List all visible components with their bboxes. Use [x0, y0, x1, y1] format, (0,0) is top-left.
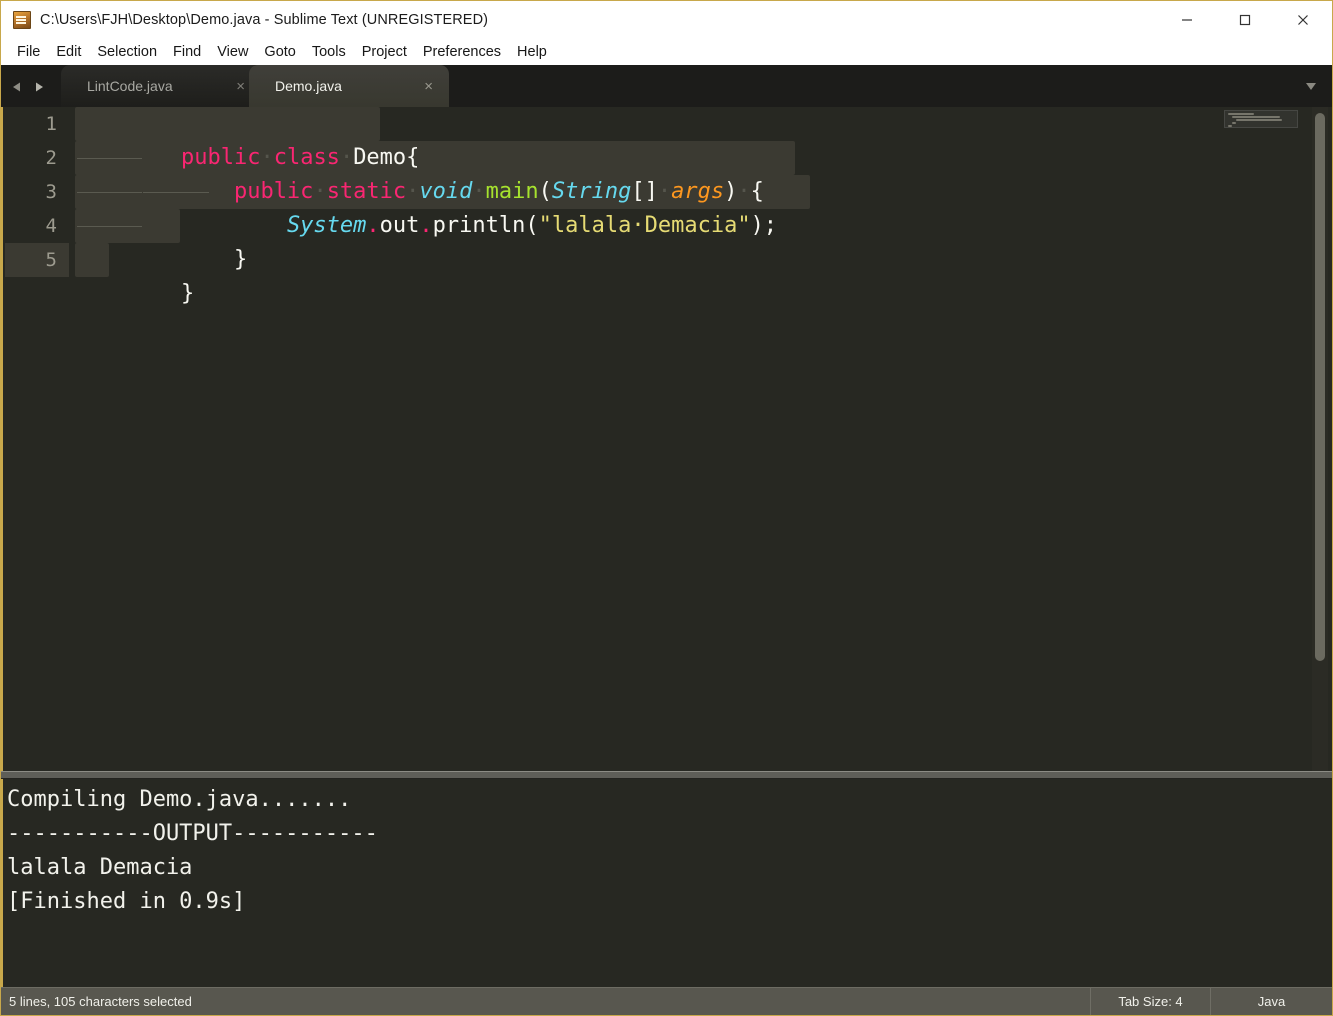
window-title: C:\Users\FJH\Desktop\Demo.java - Sublime…: [40, 12, 489, 28]
menu-item-help[interactable]: Help: [509, 42, 555, 62]
close-button[interactable]: [1274, 1, 1332, 39]
sublime-text-icon: [13, 11, 31, 29]
code-line-2: public·static·void·main(String[]·args)·{: [75, 141, 764, 204]
window-controls: [1158, 1, 1332, 39]
tab-navigation: [9, 76, 55, 98]
close-icon: [1298, 15, 1308, 25]
console-line: lalala Demacia: [7, 855, 193, 880]
tab-label: LintCode.java: [87, 78, 173, 94]
status-bar: 5 lines, 105 characters selected Tab Siz…: [1, 987, 1332, 1015]
tab-strip: LintCode.java × Demo.java ×: [61, 65, 449, 107]
code-line-5: }: [75, 243, 194, 306]
console-line: [Finished in 0.9s]: [7, 889, 246, 914]
code-content[interactable]: public·class·Demo{ public·static·void·ma…: [67, 107, 1332, 771]
minimize-button[interactable]: [1158, 1, 1216, 39]
tab-label: Demo.java: [275, 78, 342, 94]
minimap[interactable]: [1218, 107, 1308, 771]
menu-item-preferences[interactable]: Preferences: [415, 42, 509, 62]
line-number: 2: [45, 147, 57, 169]
token-paren-semicolon: );: [750, 213, 778, 238]
status-selection-info: 5 lines, 105 characters selected: [9, 994, 192, 1009]
status-tab-size[interactable]: Tab Size: 4: [1090, 988, 1210, 1015]
sublime-text-window: C:\Users\FJH\Desktop\Demo.java - Sublime…: [0, 0, 1333, 1016]
minimap-viewport[interactable]: [1224, 110, 1298, 128]
token-dot: .: [366, 213, 380, 238]
tab-demo-java[interactable]: Demo.java ×: [249, 65, 449, 107]
token-class-system: System: [286, 213, 367, 238]
tab-prev-button[interactable]: [9, 79, 25, 95]
vertical-scrollbar-thumb[interactable]: [1315, 113, 1325, 661]
vertical-scrollbar[interactable]: [1312, 107, 1328, 771]
console-line: -----------OUTPUT-----------: [7, 821, 378, 846]
line-number: 4: [45, 215, 57, 237]
token-field-out: out: [379, 213, 420, 238]
maximize-button[interactable]: [1216, 1, 1274, 39]
code-line-4: }: [75, 209, 247, 272]
code-editor[interactable]: 1 2 3 4 5 public·class·Demo{public·stat…: [1, 107, 1332, 771]
line-number-gutter: 1 2 3 4 5: [1, 107, 69, 771]
build-output-panel[interactable]: Compiling Demo.java....... -----------OU…: [1, 779, 1332, 987]
token-dot: .: [419, 213, 433, 238]
panel-splitter[interactable]: [1, 771, 1332, 779]
tab-bar: LintCode.java × Demo.java ×: [1, 65, 1332, 108]
menu-item-edit[interactable]: Edit: [48, 42, 89, 62]
token-paren: (: [525, 213, 539, 238]
menu-item-find[interactable]: Find: [165, 42, 209, 62]
console-line: Compiling Demo.java.......: [7, 787, 352, 812]
token-string-literal: "lalala·Demacia": [538, 213, 751, 238]
maximize-icon: [1239, 14, 1251, 26]
arrow-right-icon: [36, 82, 43, 92]
tab-lintcode-java[interactable]: LintCode.java ×: [61, 65, 261, 107]
line-number: 5: [45, 249, 57, 271]
chevron-down-icon: [1306, 83, 1316, 90]
token-method-println: println: [432, 213, 526, 238]
code-line-1: public·class·Demo{: [75, 107, 419, 170]
tab-close-icon[interactable]: ×: [236, 79, 245, 94]
code-line-3: System.out.println("lalala·Demacia");: [75, 175, 777, 238]
tab-close-icon[interactable]: ×: [424, 79, 433, 94]
menu-bar: File Edit Selection Find View Goto Tools…: [1, 39, 1332, 65]
tab-list-dropdown-button[interactable]: [1300, 77, 1322, 95]
menu-item-tools[interactable]: Tools: [304, 42, 354, 62]
line-number: 3: [45, 181, 57, 203]
arrow-left-icon: [13, 82, 20, 92]
status-syntax-mode[interactable]: Java: [1210, 988, 1332, 1015]
menu-item-project[interactable]: Project: [354, 42, 415, 62]
menu-item-view[interactable]: View: [209, 42, 256, 62]
tab-next-button[interactable]: [31, 79, 47, 95]
token-brace-close: }: [233, 247, 248, 272]
menu-item-goto[interactable]: Goto: [256, 42, 303, 62]
minimize-icon: [1182, 19, 1192, 21]
menu-item-selection[interactable]: Selection: [89, 42, 165, 62]
token-brace-close: }: [180, 281, 195, 306]
line-number: 1: [45, 113, 57, 135]
title-bar: C:\Users\FJH\Desktop\Demo.java - Sublime…: [1, 1, 1332, 39]
menu-item-file[interactable]: File: [9, 42, 48, 62]
